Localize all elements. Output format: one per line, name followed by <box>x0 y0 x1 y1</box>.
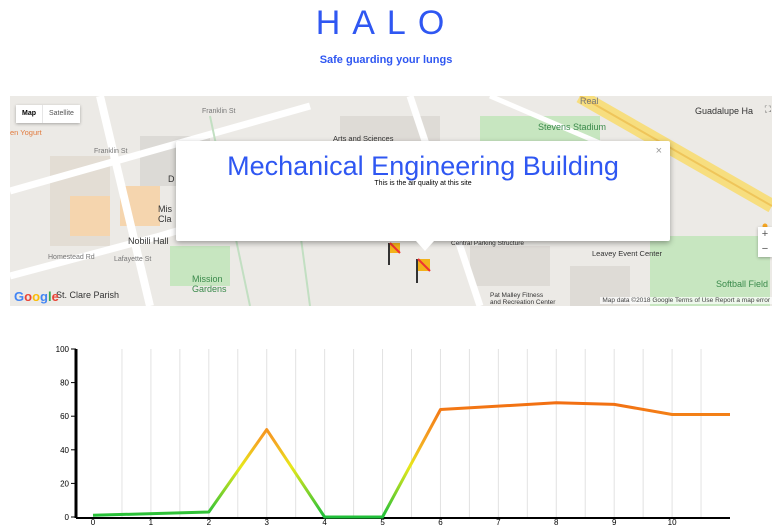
data-point <box>265 428 268 431</box>
info-window: Mechanical Engineering Building This is … <box>176 141 670 251</box>
map-type-control: Map Satellite <box>16 105 80 123</box>
map-label: Franklin St <box>202 108 236 115</box>
x-tick-label: 3 <box>265 518 270 527</box>
y-tick-label: 100 <box>56 345 70 354</box>
map-label: Nobili Hall <box>128 236 169 246</box>
chart-axes <box>74 349 730 519</box>
map-label: D <box>168 174 175 184</box>
close-icon[interactable]: × <box>656 145 662 157</box>
y-tick-label: 20 <box>60 479 69 488</box>
map-label: Leavey Event Center <box>592 249 663 258</box>
fullscreen-icon[interactable]: ⛶ <box>765 104 771 115</box>
map-label: Pat Malley Fitness and Recreation Center <box>490 292 556 306</box>
zoom-in-button[interactable]: + <box>758 227 772 242</box>
map-label: Guadalupe Ha <box>695 106 754 116</box>
x-tick-label: 4 <box>322 518 327 527</box>
flag-icon <box>388 242 401 265</box>
google-logo: Google <box>14 289 59 304</box>
data-point <box>323 516 326 519</box>
zoom-out-button[interactable]: − <box>758 242 772 257</box>
chart-grid <box>121 349 702 517</box>
x-tick-label: 2 <box>207 518 212 527</box>
y-tick-label: 60 <box>60 412 69 421</box>
map-label: Franklin St <box>94 148 128 155</box>
map-label: Softball Field <box>716 279 769 289</box>
info-window-title: Mechanical Engineering Building <box>227 151 619 181</box>
map-type-satellite-button[interactable]: Satellite <box>42 105 80 123</box>
data-point <box>208 511 211 514</box>
data-point <box>439 408 442 411</box>
header: HALO Safe guarding your lungs <box>0 0 772 66</box>
x-tick-label: 6 <box>438 518 443 527</box>
zoom-control: + − <box>758 227 772 257</box>
app-title: HALO <box>315 4 457 42</box>
y-tick-label: 80 <box>60 379 69 388</box>
map-label: Central Parking Structure <box>451 240 524 247</box>
data-point <box>555 401 558 404</box>
x-tick-label: 5 <box>380 518 385 527</box>
flag-icon <box>416 258 431 283</box>
x-tick-label: 0 <box>91 518 96 527</box>
map-label: Homestead Rd <box>48 254 95 261</box>
map-label: Real <box>580 96 599 106</box>
map-label: Lafayette St <box>114 256 152 263</box>
data-point <box>92 514 95 517</box>
app-tagline: Safe guarding your lungs <box>319 54 453 66</box>
data-point <box>671 413 674 416</box>
x-tick-label: 7 <box>496 518 501 527</box>
y-tick-label: 40 <box>60 446 69 455</box>
map-attribution[interactable]: Map data ©2018 Google Terms of Use Repor… <box>600 297 772 304</box>
map-label: Mission Gardens <box>192 274 227 294</box>
x-tick-label: 8 <box>554 518 559 527</box>
data-point <box>729 413 732 416</box>
y-tick-label: 0 <box>65 513 70 522</box>
air-quality-chart: 0 20 40 60 80 100 0 1 2 3 4 5 6 7 8 9 10 <box>56 345 732 527</box>
map-view[interactable]: Map Satellite ⛶ Franklin St Franklin St … <box>10 96 772 306</box>
map-label: Stevens Stadium <box>538 122 607 132</box>
data-point <box>381 516 384 519</box>
x-tick-label: 10 <box>668 518 677 527</box>
x-tick-label: 9 <box>612 518 617 527</box>
map-label: en Yogurt <box>10 128 42 137</box>
x-tick-label: 1 <box>149 518 154 527</box>
data-point <box>613 403 616 406</box>
map-label: St. Clare Parish <box>56 290 120 300</box>
map-label: Mis Cla <box>158 204 172 224</box>
map-type-map-button[interactable]: Map <box>16 105 42 123</box>
info-window-tail <box>416 241 434 251</box>
